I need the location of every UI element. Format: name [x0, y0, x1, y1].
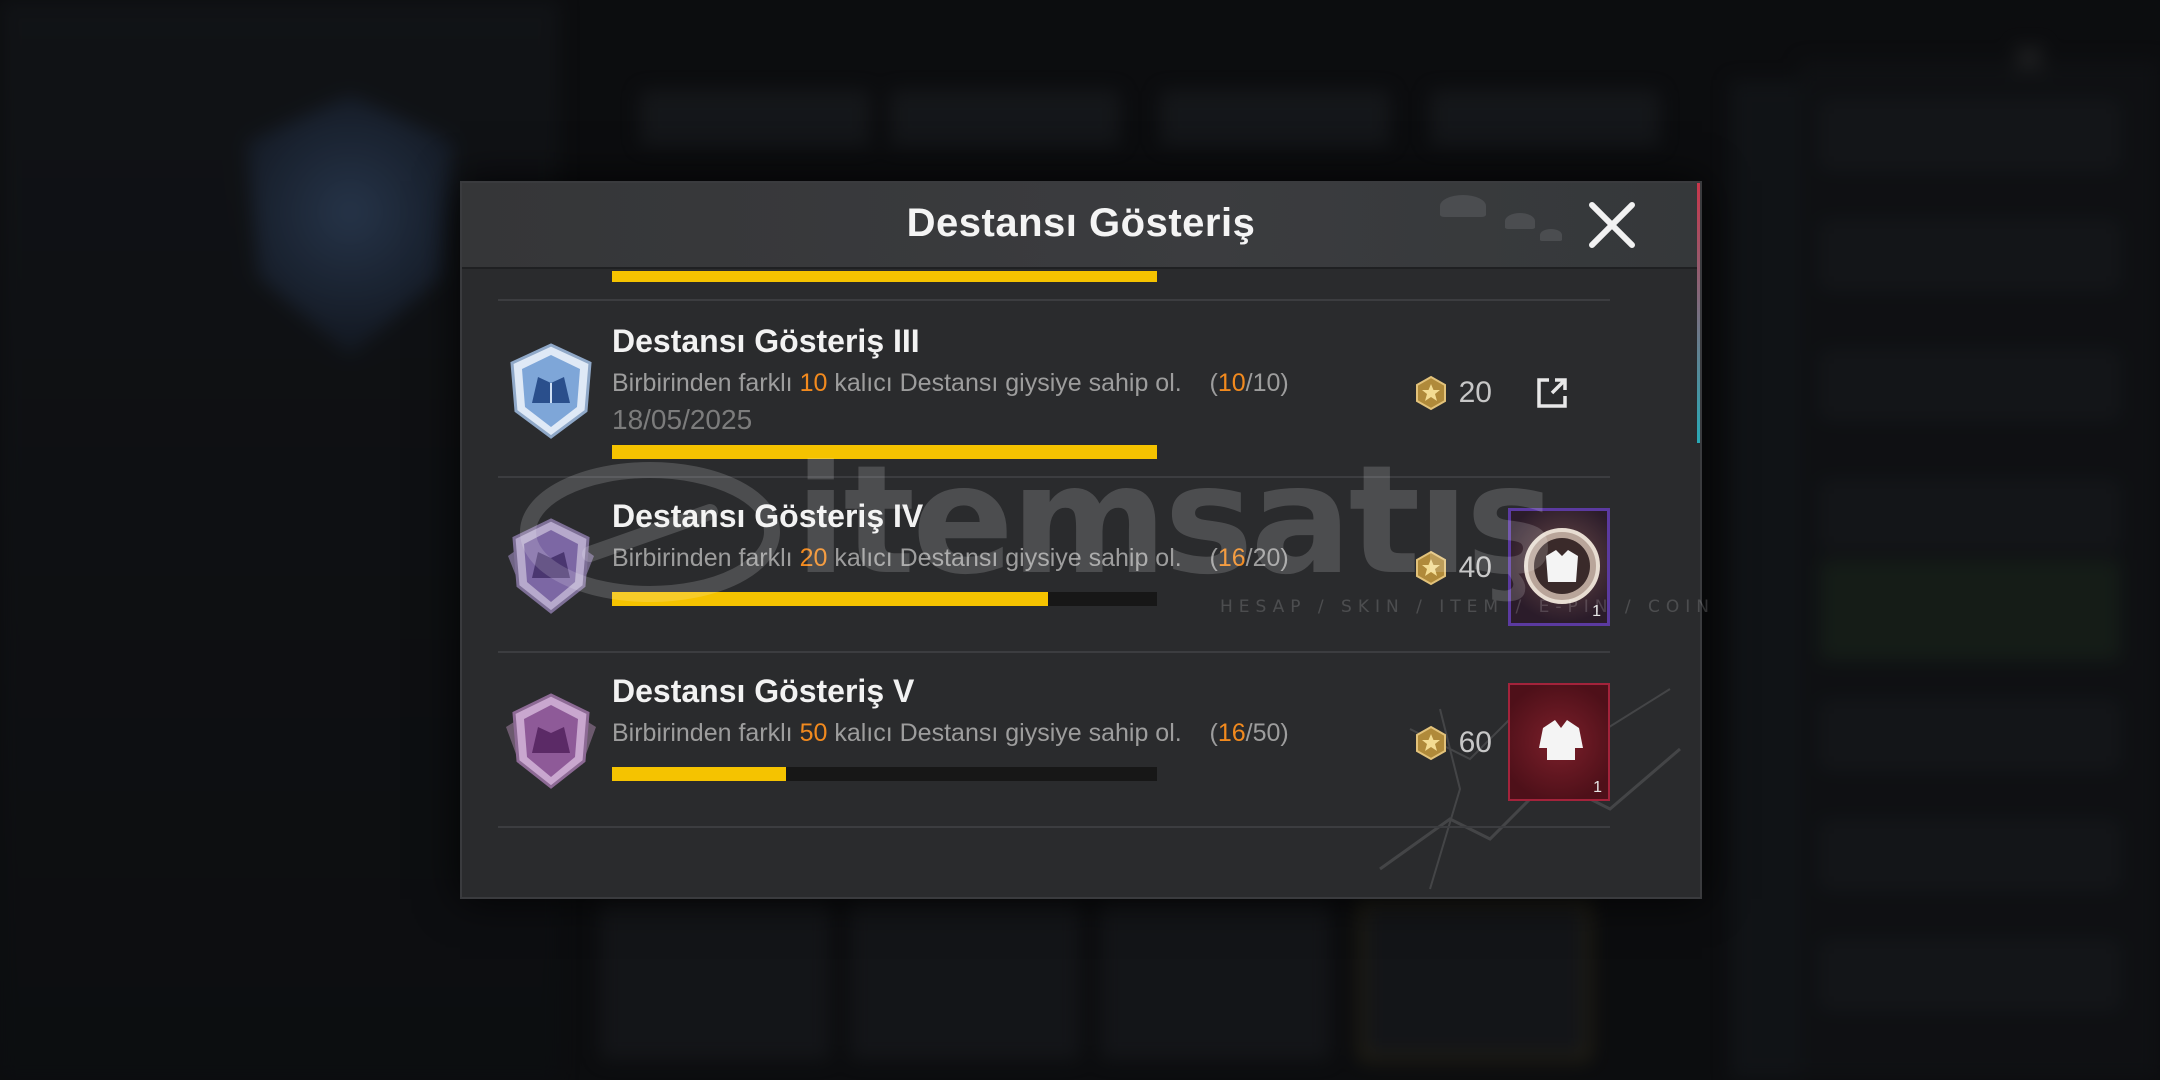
reward-points: 40 [1413, 548, 1492, 588]
close-button[interactable] [1586, 199, 1638, 251]
achievement-badge-icon [498, 691, 604, 791]
achievement-description: Birbirinden farklı 50 kalıcı Destansı gi… [612, 719, 1289, 747]
completion-date: 18/05/2025 [612, 404, 753, 435]
achievement-point-icon [1413, 725, 1449, 761]
achievement-row[interactable]: Destansı Gösteriş V Birbirinden farklı 5… [498, 653, 1610, 828]
achievement-row[interactable]: Destansı Gösteriş III Birbirinden farklı… [498, 303, 1610, 478]
achievement-list[interactable]: Destansı Gösteriş III Birbirinden farklı… [462, 271, 1700, 897]
achievement-badge-icon [498, 341, 604, 441]
bg-bottom-tiles [600, 900, 1620, 1080]
share-icon[interactable] [1534, 375, 1570, 411]
reward-points: 20 [1413, 373, 1492, 413]
achievement-description: Birbirinden farklı 20 kalıcı Destansı gi… [612, 544, 1289, 572]
dialog-title: Destansı Gösteriş [906, 201, 1256, 245]
achievement-row-partial [498, 271, 1610, 301]
progress-bar [612, 271, 1157, 282]
close-icon [1589, 202, 1635, 248]
bg-filter-bar [640, 90, 1700, 150]
achievement-point-icon [1413, 375, 1449, 411]
bg-selected-row [1820, 560, 2120, 660]
reward-item-thumbnail[interactable]: 1 [1508, 683, 1610, 801]
shirt-outfit-icon [1539, 720, 1583, 760]
progress-bar [612, 445, 1157, 459]
reward-item-thumbnail[interactable]: 1 [1508, 508, 1610, 626]
achievement-dialog: Destansı Gösteriş Destansı Gösteriş III … [460, 181, 1702, 899]
achievement-description: Birbirinden farklı 10 kalıcı Destansı gi… [612, 369, 1289, 397]
bg-close-icon: ✕ [2008, 30, 2050, 88]
achievement-row[interactable]: Destansı Gösteriş IV Birbirinden farklı … [498, 478, 1610, 653]
achievement-badge-icon [498, 516, 604, 616]
dialog-header: Destansı Gösteriş [462, 183, 1700, 269]
reward-points: 60 [1413, 723, 1492, 763]
achievement-title: Destansı Gösteriş V [612, 673, 915, 709]
achievement-title: Destansı Gösteriş IV [612, 498, 924, 534]
progress-fill [612, 767, 787, 781]
progress-fill [612, 592, 1048, 606]
achievement-title: Destansı Gösteriş III [612, 323, 920, 359]
achievement-point-icon [1413, 550, 1449, 586]
progress-bar [612, 767, 1157, 781]
progress-fill [612, 445, 1157, 459]
emblem-outfit-icon [1524, 528, 1600, 604]
progress-bar [612, 592, 1157, 606]
